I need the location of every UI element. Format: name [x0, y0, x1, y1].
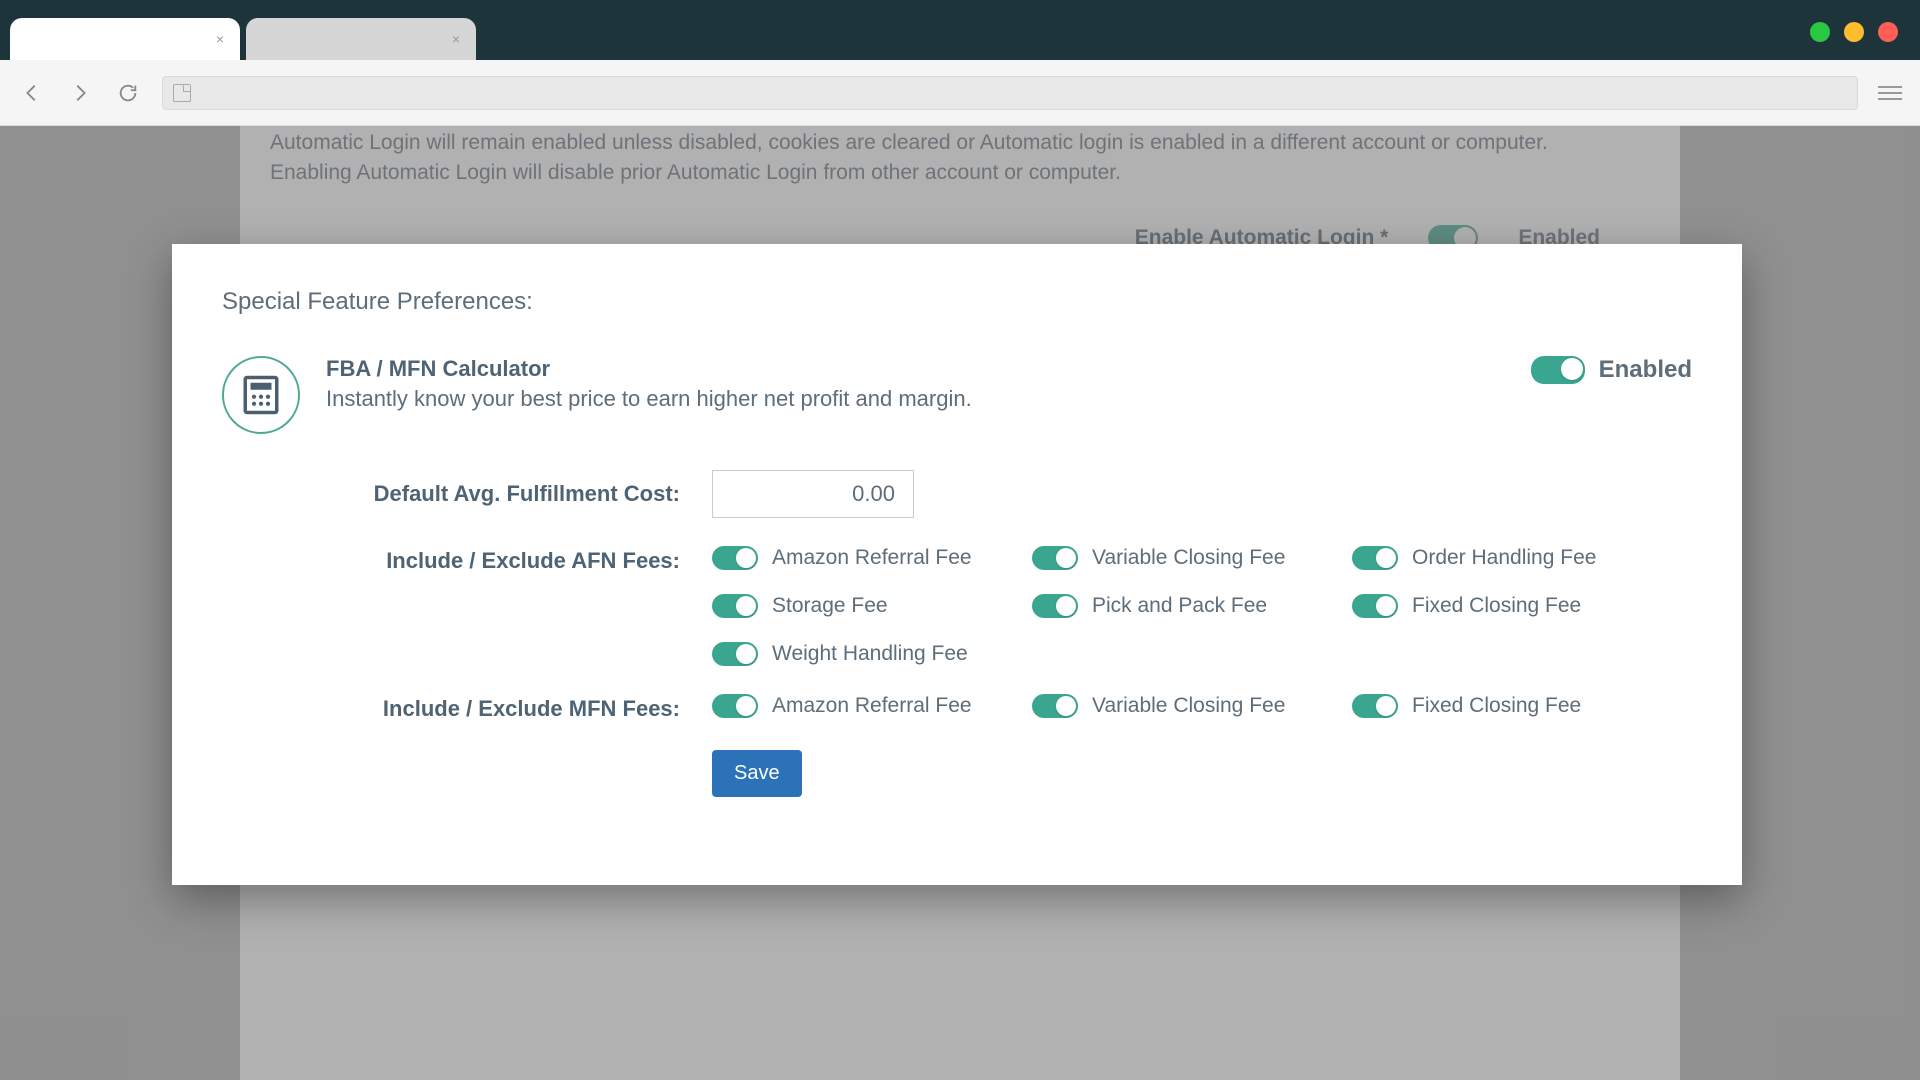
afn-storage-toggle[interactable]	[712, 594, 758, 618]
maximize-icon[interactable]	[1844, 22, 1864, 42]
afn-pick-toggle[interactable]	[1032, 594, 1078, 618]
calculator-title: FBA / MFN Calculator	[326, 356, 1505, 382]
fulfillment-cost-label: Default Avg. Fulfillment Cost:	[222, 481, 712, 507]
mfn-fixed-label: Fixed Closing Fee	[1412, 694, 1581, 718]
afn-weight-toggle[interactable]	[712, 642, 758, 666]
menu-icon[interactable]	[1878, 86, 1902, 100]
preferences-modal: Special Feature Preferences: FBA / MFN C…	[172, 244, 1742, 885]
afn-referral-label: Amazon Referral Fee	[772, 546, 972, 570]
afn-variable-label: Variable Closing Fee	[1092, 546, 1285, 570]
mfn-variable-label: Variable Closing Fee	[1092, 694, 1285, 718]
afn-storage-label: Storage Fee	[772, 594, 888, 618]
close-icon[interactable]: ×	[216, 31, 224, 47]
afn-variable-toggle[interactable]	[1032, 546, 1078, 570]
afn-order-label: Order Handling Fee	[1412, 546, 1596, 570]
mfn-referral-label: Amazon Referral Fee	[772, 694, 972, 718]
mfn-fees-label: Include / Exclude MFN Fees:	[222, 694, 712, 722]
calculator-description: Instantly know your best price to earn h…	[326, 386, 1505, 412]
afn-fixed-label: Fixed Closing Fee	[1412, 594, 1581, 618]
afn-fees-label: Include / Exclude AFN Fees:	[222, 546, 712, 574]
window-controls	[1810, 22, 1898, 42]
calculator-toggle[interactable]	[1531, 356, 1585, 384]
calculator-status: Enabled	[1599, 356, 1692, 384]
tab-strip: × ×	[0, 0, 1920, 60]
modal-title: Special Feature Preferences:	[222, 288, 1692, 316]
forward-icon[interactable]	[66, 79, 94, 107]
fulfillment-cost-input[interactable]	[712, 470, 914, 518]
afn-referral-toggle[interactable]	[712, 546, 758, 570]
afn-order-toggle[interactable]	[1352, 546, 1398, 570]
close-window-icon[interactable]	[1878, 22, 1898, 42]
save-button[interactable]: Save	[712, 750, 802, 797]
mfn-referral-toggle[interactable]	[712, 694, 758, 718]
back-icon[interactable]	[18, 79, 46, 107]
mfn-fixed-toggle[interactable]	[1352, 694, 1398, 718]
afn-fixed-toggle[interactable]	[1352, 594, 1398, 618]
reload-icon[interactable]	[114, 79, 142, 107]
minimize-icon[interactable]	[1810, 22, 1830, 42]
page-icon	[173, 84, 191, 102]
afn-pick-label: Pick and Pack Fee	[1092, 594, 1267, 618]
browser-toolbar	[0, 60, 1920, 126]
afn-weight-label: Weight Handling Fee	[772, 642, 968, 666]
tab-1[interactable]: ×	[10, 18, 240, 60]
tab-2[interactable]: ×	[246, 18, 476, 60]
close-icon[interactable]: ×	[452, 31, 460, 47]
url-bar[interactable]	[162, 76, 1858, 110]
calculator-icon	[222, 356, 300, 434]
mfn-variable-toggle[interactable]	[1032, 694, 1078, 718]
browser-chrome: × ×	[0, 0, 1920, 60]
